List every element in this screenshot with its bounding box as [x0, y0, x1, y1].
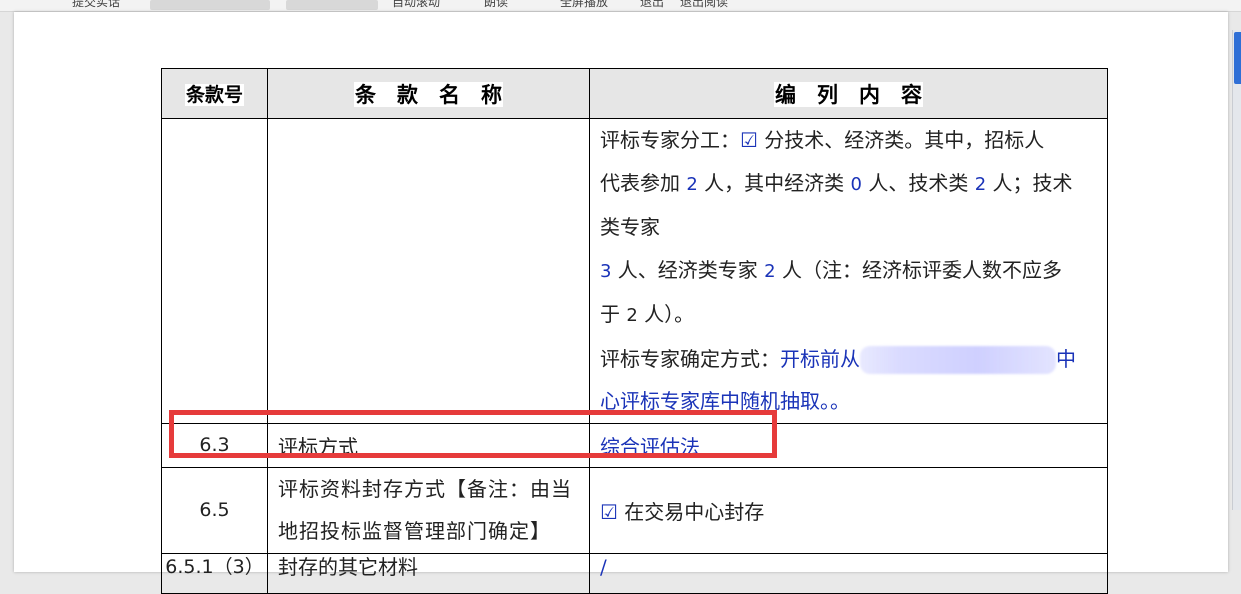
side-panel-tab[interactable]: [1234, 32, 1241, 84]
highlight-annotation-box: [169, 410, 777, 458]
clause-no-cell: 6.5: [161, 466, 268, 554]
clause-no-cell: [161, 118, 268, 424]
content-cell: /: [589, 552, 1108, 594]
content-cell-experts: 评标专家分工：☑ 分技术、经济类。其中，招标人 代表参加 2 人，其中经济类 0…: [589, 118, 1108, 424]
clause-name-cell: 封存的其它材料: [267, 552, 590, 594]
toolbar-item[interactable]: 退出: [640, 0, 664, 10]
checkbox-checked-icon[interactable]: ☑: [600, 500, 618, 524]
content-cell: ☑ 在交易中心封存: [589, 466, 1108, 554]
toolbar-item[interactable]: 自动滚动: [392, 0, 440, 10]
reader-toolbar: 提交实话 自动滚动 朗读 全屏播放 退出 退出阅读: [0, 0, 1241, 12]
toolbar-item[interactable]: 全屏播放: [560, 0, 608, 10]
table-row: 6.5.1（3） 封存的其它材料 /: [161, 552, 1108, 594]
checkbox-checked-icon[interactable]: ☑: [740, 128, 758, 152]
toolbar-item[interactable]: 退出阅读: [680, 0, 728, 10]
table-header-row: 条款号 条 款 名 称 编 列 内 容: [161, 68, 1108, 119]
toolbar-item[interactable]: 提交实话: [72, 0, 120, 10]
toolbar-button[interactable]: [286, 0, 378, 10]
header-clause-no: 条款号: [161, 68, 268, 119]
clause-name-cell: 评标资料封存方式【备注：由当 地招投标监督管理部门确定】: [267, 466, 590, 554]
clause-name-cell: [267, 118, 590, 424]
toolbar-item[interactable]: 朗读: [484, 0, 508, 10]
header-content: 编 列 内 容: [589, 68, 1108, 119]
table-row: 6.5 评标资料封存方式【备注：由当 地招投标监督管理部门确定】 ☑ 在交易中心…: [161, 466, 1108, 554]
redacted-region: [860, 346, 1056, 374]
header-clause-name: 条 款 名 称: [267, 68, 590, 119]
side-panel-strip[interactable]: [1232, 30, 1241, 510]
tender-clause-table: 条款号 条 款 名 称 编 列 内 容 评标专家分工：☑ 分技术、经济类。其中，…: [161, 68, 1108, 594]
clause-no-cell: 6.5.1（3）: [161, 552, 268, 594]
toolbar-button[interactable]: [150, 0, 270, 10]
table-row: 评标专家分工：☑ 分技术、经济类。其中，招标人 代表参加 2 人，其中经济类 0…: [161, 118, 1108, 424]
